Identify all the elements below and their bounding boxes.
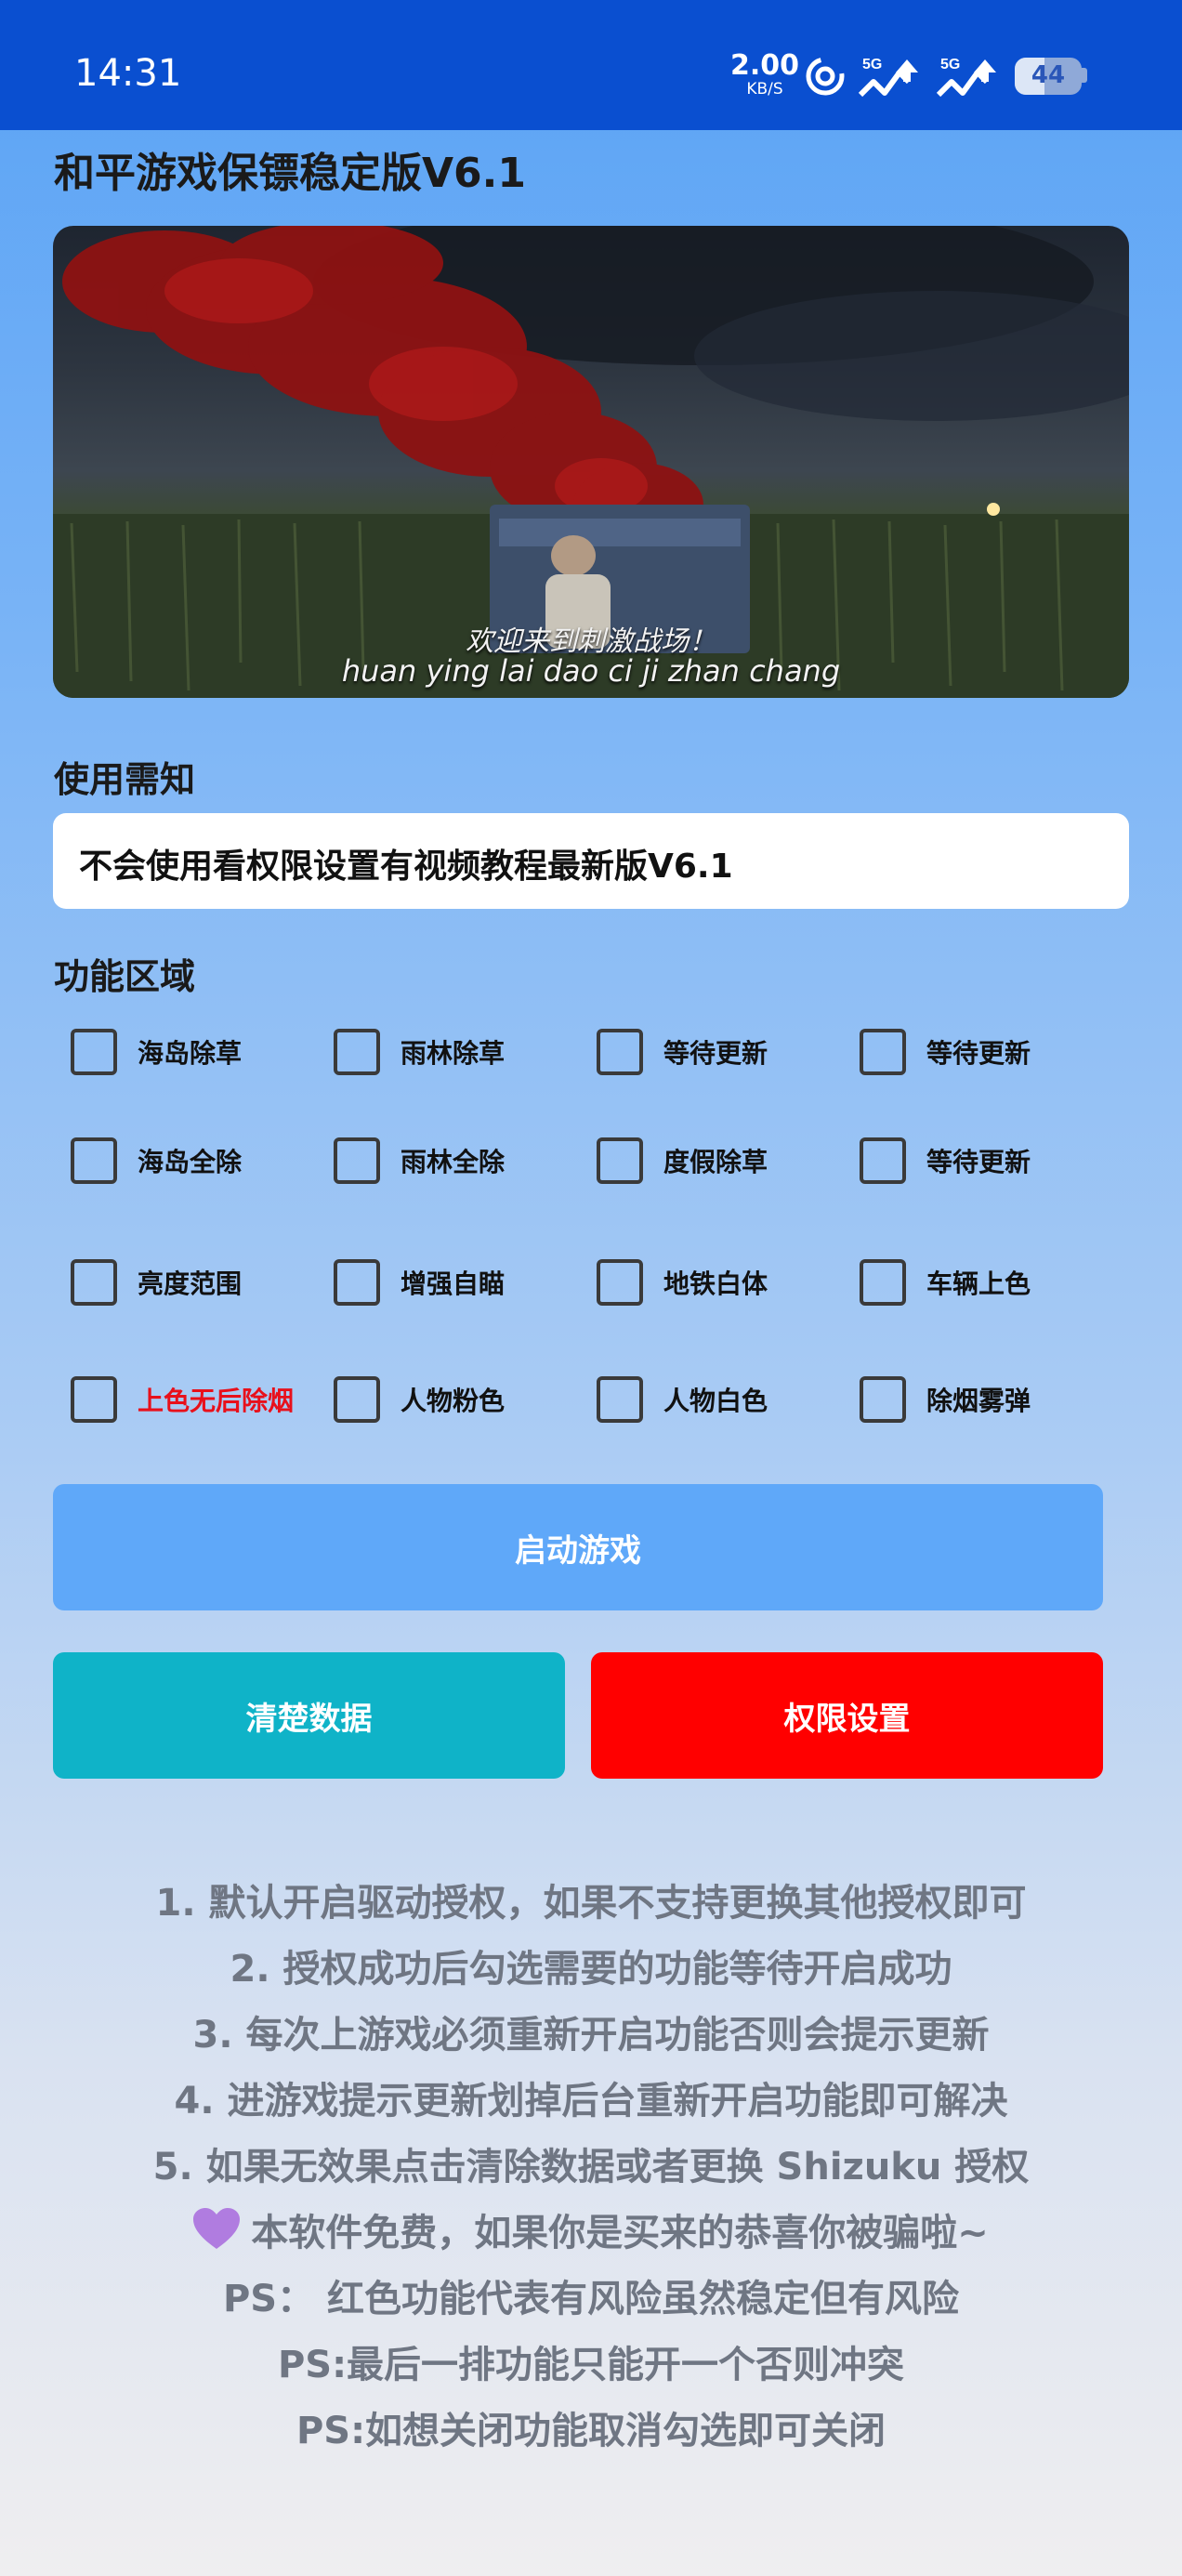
feature-checkbox[interactable]: 度假除草 [597, 1133, 768, 1189]
feature-checkbox[interactable]: 等待更新 [860, 1024, 1031, 1080]
feature-label: 度假除草 [663, 1147, 768, 1177]
feature-label: 等待更新 [663, 1038, 768, 1069]
checkbox-box[interactable] [860, 1259, 906, 1306]
checkbox-box[interactable] [860, 1137, 906, 1184]
tip-line-free: 本软件免费，如果你是买来的恭喜你被骗啦~ [0, 2205, 1182, 2271]
checkbox-box[interactable] [860, 1376, 906, 1423]
network-label-1: 5G [862, 57, 882, 72]
banner-image: 欢迎来到刺激战场！ huan ying lai dao ci ji zhan c… [53, 226, 1129, 698]
feature-checkbox[interactable]: 人物白色 [597, 1372, 768, 1427]
instructions: 1. 默认开启驱动授权，如果不支持更换其他授权即可 2. 授权成功后勾选需要的功… [0, 1875, 1182, 2469]
tip-free-text: 本软件免费，如果你是买来的恭喜你被骗啦~ [251, 2212, 989, 2254]
checkbox-box[interactable] [597, 1259, 643, 1306]
network-speed: 2.00 KB/S [727, 52, 803, 98]
hotspot-icon [803, 54, 847, 102]
tip-line: 4. 进游戏提示更新划掉后台重新开启功能即可解决 [174, 2080, 1008, 2123]
purple-heart-icon [193, 2208, 241, 2267]
feature-checkbox[interactable]: 车辆上色 [860, 1255, 1031, 1310]
signal-5g-icon: 5G [857, 54, 931, 106]
tip-line: 3. 每次上游戏必须重新开启功能否则会提示更新 [192, 2014, 990, 2057]
network-speed-value: 2.00 [729, 49, 800, 82]
feature-label: 人物粉色 [401, 1386, 506, 1416]
notice-box: 不会使用看权限设置有视频教程最新版V6.1 [53, 813, 1129, 909]
feature-label: 人物白色 [663, 1386, 768, 1416]
feature-label: 雨林全除 [401, 1147, 506, 1177]
feature-label: 车辆上色 [926, 1268, 1031, 1299]
tip-line: PS： 红色功能代表有风险虽然稳定但有风险 [222, 2278, 960, 2320]
checkbox-box[interactable] [334, 1259, 380, 1306]
feature-label: 海岛除草 [138, 1038, 243, 1069]
feature-checkbox[interactable]: 雨林除草 [334, 1024, 505, 1080]
feature-checkbox[interactable]: 除烟雾弹 [860, 1372, 1031, 1427]
feature-checkbox[interactable]: 亮度范围 [71, 1255, 242, 1310]
network-label-2: 5G [940, 57, 960, 72]
checkbox-box[interactable] [71, 1029, 117, 1075]
checkbox-box[interactable] [597, 1137, 643, 1184]
feature-checkbox[interactable]: 等待更新 [597, 1024, 768, 1080]
app-title: 和平游戏保镖稳定版V6.1 [54, 150, 526, 197]
tip-line: PS:如想关闭功能取消勾选即可关闭 [296, 2410, 886, 2452]
tip-line: 1. 默认开启驱动授权，如果不支持更换其他授权即可 [155, 1882, 1027, 1925]
feature-label: 海岛全除 [138, 1147, 243, 1177]
feature-checkbox[interactable]: 海岛全除 [71, 1133, 242, 1189]
feature-label: 地铁白体 [663, 1268, 768, 1299]
feature-checkbox[interactable]: 人物粉色 [334, 1372, 505, 1427]
checkbox-box[interactable] [334, 1029, 380, 1075]
notice-section-label: 使用需知 [54, 759, 196, 800]
signal-5g-icon: 5G [935, 54, 1009, 106]
tip-line: PS:最后一排功能只能开一个否则冲突 [277, 2344, 905, 2386]
status-icons: 2.00 KB/S 5G 5G 44 [727, 48, 1098, 104]
tip-line: 5. 如果无效果点击清除数据或者更换 Shizuku 授权 [152, 2146, 1030, 2188]
feature-label: 除烟雾弹 [926, 1386, 1031, 1416]
status-time: 14:31 [74, 52, 182, 95]
checkbox-box[interactable] [71, 1376, 117, 1423]
feature-checkbox[interactable]: 等待更新 [860, 1133, 1031, 1189]
feature-checkbox[interactable]: 海岛除草 [71, 1024, 242, 1080]
battery-icon: 44 [1015, 58, 1082, 95]
status-bar: 14:31 2.00 KB/S 5G 5G 44 [0, 0, 1182, 130]
notice-text: 不会使用看权限设置有视频教程最新版V6.1 [79, 848, 733, 886]
feature-label: 等待更新 [926, 1147, 1031, 1177]
start-game-button[interactable]: 启动游戏 [53, 1484, 1103, 1610]
checkbox-box[interactable] [860, 1029, 906, 1075]
feature-checkbox[interactable]: 上色无后除烟 [71, 1372, 294, 1427]
feature-label: 亮度范围 [138, 1268, 243, 1299]
tip-line: 2. 授权成功后勾选需要的功能等待开启成功 [230, 1948, 952, 1991]
checkbox-box[interactable] [597, 1029, 643, 1075]
checkbox-box[interactable] [597, 1376, 643, 1423]
feature-checkbox[interactable]: 增强自瞄 [334, 1255, 505, 1310]
checkbox-box[interactable] [334, 1137, 380, 1184]
feature-label: 等待更新 [926, 1038, 1031, 1069]
network-speed-unit: KB/S [746, 80, 783, 99]
clear-data-button[interactable]: 清楚数据 [53, 1652, 565, 1779]
features-section-label: 功能区域 [54, 956, 196, 997]
permission-settings-button[interactable]: 权限设置 [591, 1652, 1103, 1779]
checkbox-box[interactable] [71, 1137, 117, 1184]
feature-checkbox[interactable]: 地铁白体 [597, 1255, 768, 1310]
checkbox-box[interactable] [71, 1259, 117, 1306]
checkbox-box[interactable] [334, 1376, 380, 1423]
feature-label: 增强自瞄 [401, 1268, 506, 1299]
feature-checkbox[interactable]: 雨林全除 [334, 1133, 505, 1189]
battery-tip [1082, 68, 1087, 83]
feature-label-risk: 上色无后除烟 [138, 1386, 295, 1416]
battery-level: 44 [1031, 61, 1066, 89]
feature-label: 雨林除草 [401, 1038, 506, 1069]
banner-caption-line2: huan ying lai dao ci ji zhan chang [341, 653, 841, 689]
